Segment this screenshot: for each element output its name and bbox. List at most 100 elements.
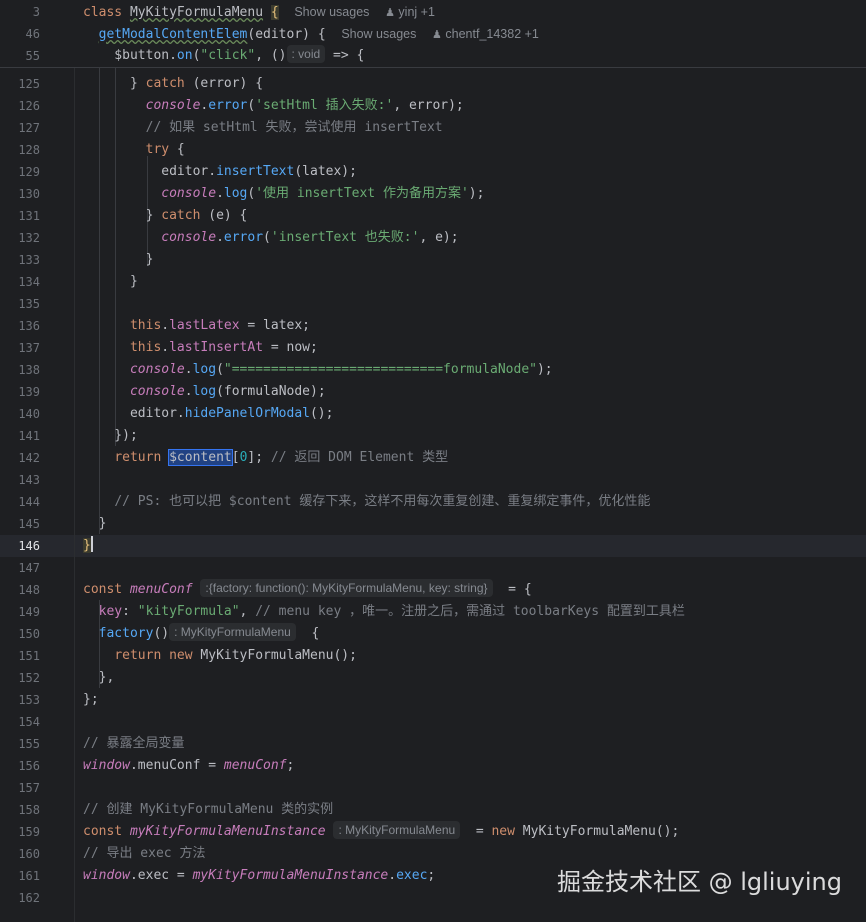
code-text[interactable]: }); [83, 425, 138, 447]
code-line[interactable]: 154 [0, 711, 866, 733]
code-text[interactable]: editor.hidePanelOrModal(); [83, 403, 334, 425]
code-line[interactable]: 143 [0, 469, 866, 491]
user-icon: ♟ [432, 29, 442, 41]
code-text[interactable]: try { [83, 139, 185, 161]
line-number: 144 [18, 495, 40, 509]
code-line[interactable]: 152 }, [0, 667, 866, 689]
line-number: 129 [18, 165, 40, 179]
line-number: 149 [18, 605, 40, 619]
code-text[interactable]: const myKityFormulaMenuInstance : MyKity… [83, 821, 679, 843]
code-text[interactable]: console.log("===========================… [83, 359, 553, 381]
selected-identifier[interactable]: $content [168, 449, 233, 466]
type-hint: : MyKityFormulaMenu [169, 623, 296, 641]
code-text[interactable]: key: "kityFormula", // menu key ，唯一。注册之后… [83, 601, 685, 623]
code-text[interactable]: }, [83, 667, 115, 689]
code-text[interactable]: return new MyKityFormulaMenu(); [83, 645, 357, 667]
line-number: 154 [18, 715, 40, 729]
code-line[interactable]: 125 } catch (error) { [0, 73, 866, 95]
line-number: 131 [18, 209, 40, 223]
code-line[interactable]: 129 editor.insertText(latex); [0, 161, 866, 183]
code-line[interactable]: 150 factory(): MyKityFormulaMenu { [0, 623, 866, 645]
code-line[interactable]: 139 console.log(formulaNode); [0, 381, 866, 403]
code-line[interactable]: 144 // PS: 也可以把 $content 缓存下来，这样不用每次重复创建… [0, 491, 866, 513]
code-line[interactable]: 140 editor.hidePanelOrModal(); [0, 403, 866, 425]
line-number: 159 [18, 825, 40, 839]
code-line[interactable]: 138 console.log("=======================… [0, 359, 866, 381]
code-line[interactable]: 151 return new MyKityFormulaMenu(); [0, 645, 866, 667]
code-text[interactable]: editor.insertText(latex); [83, 161, 357, 183]
code-text[interactable]: } catch (error) { [83, 73, 263, 95]
code-text[interactable]: factory(): MyKityFormulaMenu { [83, 623, 319, 645]
show-usages-link[interactable]: Show usages [294, 5, 369, 19]
code-text[interactable]: $button.on("click", (): void => { [83, 45, 364, 67]
code-line[interactable]: 130 console.log('使用 insertText 作为备用方案'); [0, 183, 866, 205]
code-line[interactable]: 132 console.error('insertText 也失败:', e); [0, 227, 866, 249]
code-text[interactable]: } [83, 249, 154, 271]
author-hint: yinj +1 [398, 5, 435, 19]
line-number: 162 [18, 891, 40, 905]
code-line[interactable]: 133 } [0, 249, 866, 271]
code-text[interactable]: console.log(formulaNode); [83, 381, 326, 403]
code-line[interactable]: 142 return $content[0]; // 返回 DOM Elemen… [0, 447, 866, 469]
code-text[interactable]: } [83, 535, 93, 557]
code-line[interactable]: 153}; [0, 689, 866, 711]
code-text[interactable]: } [83, 271, 138, 293]
code-line[interactable]: 145 } [0, 513, 866, 535]
code-editor[interactable]: 3 class MyKityFormulaMenu { Show usages … [0, 0, 866, 922]
code-text[interactable]: console.error('setHtml 插入失败:', error); [83, 95, 464, 117]
line-number: 147 [18, 561, 40, 575]
line-number: 161 [18, 869, 40, 883]
code-line[interactable]: 127 // 如果 setHtml 失败，尝试使用 insertText [0, 117, 866, 139]
code-text[interactable]: // 导出 exec 方法 [83, 843, 205, 865]
code-line[interactable]: 141 }); [0, 425, 866, 447]
line-number: 134 [18, 275, 40, 289]
sticky-line[interactable]: 55 $button.on("click", (): void => { [0, 45, 866, 67]
code-line[interactable]: 128 try { [0, 139, 866, 161]
line-number: 143 [18, 473, 40, 487]
line-number: 146 [18, 539, 40, 553]
code-line[interactable]: 158 // 创建 MyKityFormulaMenu 类的实例 [0, 799, 866, 821]
code-line[interactable]: 157 [0, 777, 866, 799]
code-text[interactable]: getModalContentElem(editor) { Show usage… [83, 23, 539, 45]
code-text[interactable]: window.exec = myKityFormulaMenuInstance.… [83, 865, 435, 887]
code-text[interactable]: // 如果 setHtml 失败，尝试使用 insertText [83, 117, 443, 139]
code-line[interactable]: 155 // 暴露全局变量 [0, 733, 866, 755]
code-text[interactable]: window.menuConf = menuConf; [83, 755, 294, 777]
code-line[interactable]: 137 this.lastInsertAt = now; [0, 337, 866, 359]
sticky-line[interactable]: 3 class MyKityFormulaMenu { Show usages … [0, 1, 866, 23]
code-text[interactable]: console.log('使用 insertText 作为备用方案'); [83, 183, 484, 205]
code-line[interactable]: 135 [0, 293, 866, 315]
code-text[interactable]: const menuConf :{factory: function(): My… [83, 579, 532, 601]
line-number: 132 [18, 231, 40, 245]
type-hint: :{factory: function(): MyKityFormulaMenu… [200, 579, 493, 597]
code-text[interactable]: return $content[0]; // 返回 DOM Element 类型 [83, 447, 448, 469]
sticky-line[interactable]: 46 getModalContentElem(editor) { Show us… [0, 23, 866, 45]
line-number: 152 [18, 671, 40, 685]
code-text[interactable]: this.lastLatex = latex; [83, 315, 310, 337]
code-line[interactable]: 147 [0, 557, 866, 579]
code-text[interactable]: // 创建 MyKityFormulaMenu 类的实例 [83, 799, 333, 821]
show-usages-link[interactable]: Show usages [341, 27, 416, 41]
code-line[interactable]: 131 } catch (e) { [0, 205, 866, 227]
code-line[interactable]: 149 key: "kityFormula", // menu key ，唯一。… [0, 601, 866, 623]
code-text[interactable]: // 暴露全局变量 [83, 733, 184, 755]
line-number: 155 [18, 737, 40, 751]
code-line[interactable]: 156 window.menuConf = menuConf; [0, 755, 866, 777]
code-line[interactable]: 136 this.lastLatex = latex; [0, 315, 866, 337]
code-text[interactable]: console.error('insertText 也失败:', e); [83, 227, 458, 249]
code-text[interactable]: } [83, 513, 107, 535]
code-text[interactable]: }; [83, 689, 99, 711]
code-text[interactable]: // PS: 也可以把 $content 缓存下来，这样不用每次重复创建、重复绑… [83, 491, 650, 513]
code-line[interactable]: 146} [0, 535, 866, 557]
code-line[interactable]: 126 console.error('setHtml 插入失败:', error… [0, 95, 866, 117]
line-number: 46 [25, 27, 40, 41]
code-line[interactable]: 134 } [0, 271, 866, 293]
code-line[interactable]: 148 const menuConf :{factory: function():… [0, 579, 866, 601]
line-number: 138 [18, 363, 40, 377]
code-line[interactable]: 159 const myKityFormulaMenuInstance : MyK… [0, 821, 866, 843]
code-text[interactable]: } catch (e) { [83, 205, 248, 227]
line-number: 160 [18, 847, 40, 861]
code-text[interactable]: this.lastInsertAt = now; [83, 337, 318, 359]
line-number: 130 [18, 187, 40, 201]
code-text[interactable]: class MyKityFormulaMenu { Show usages ♟ … [83, 1, 435, 23]
